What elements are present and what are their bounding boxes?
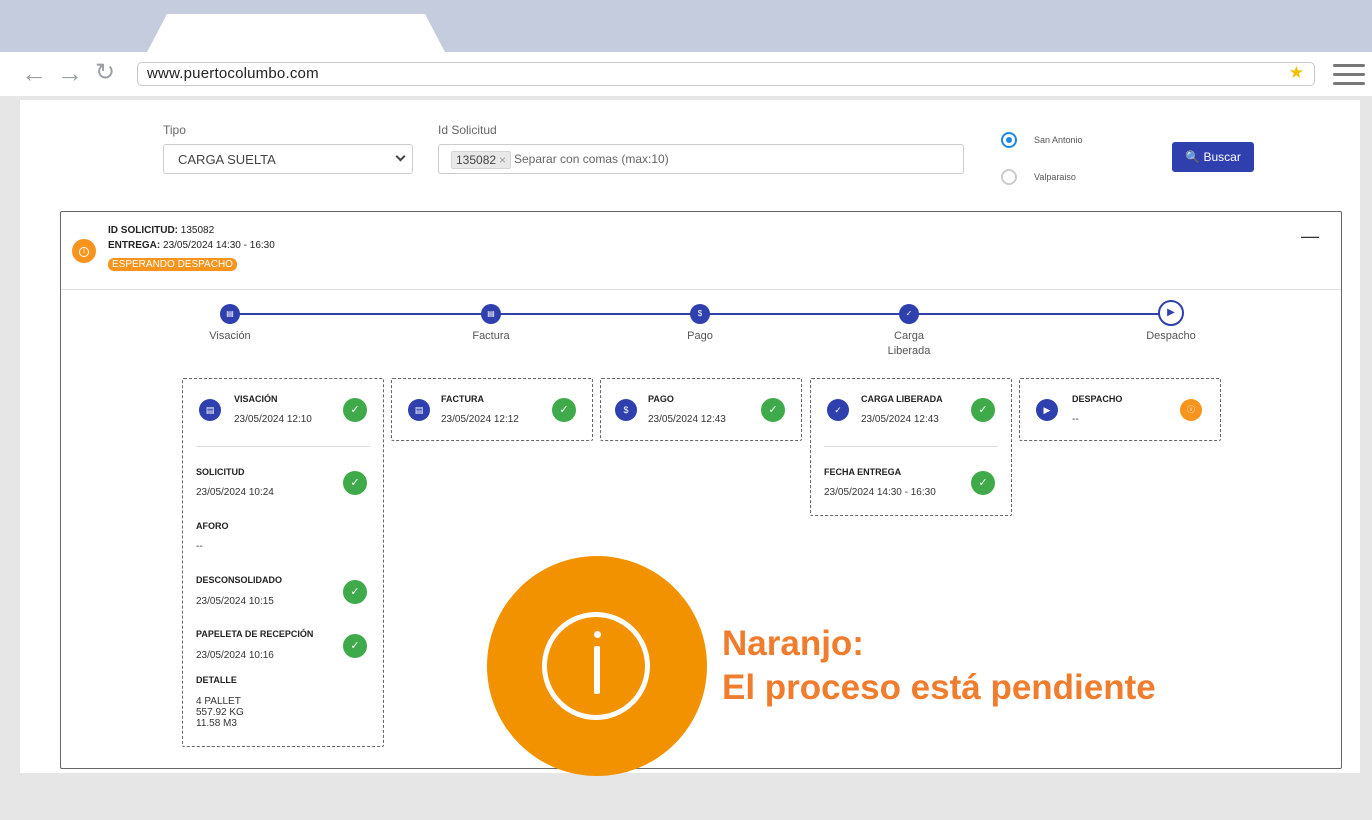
radio-san-antonio[interactable]: [1001, 132, 1017, 148]
browser-toolbar: ← → ↻ www.puertocolumbo.com ★: [0, 52, 1372, 96]
carga-check-icon: ✓: [827, 399, 849, 421]
step-pago-icon: $: [690, 304, 710, 324]
forward-arrow-icon[interactable]: →: [56, 60, 84, 88]
step-factura-icon: ▤: [481, 304, 501, 324]
sub-title: AFORO: [196, 521, 229, 531]
pending-info-icon: ⓘ: [1180, 399, 1202, 421]
step-label-visacion: Visación: [209, 330, 251, 342]
step-visacion-icon: ▤: [220, 304, 240, 324]
id-solicitud-label: Id Solicitud: [438, 123, 497, 137]
card-divider: [196, 446, 370, 447]
step-label-carga: Carga Liberada: [887, 330, 931, 357]
step-label-factura: Factura: [472, 330, 510, 342]
radio-label-valparaiso: Valparaiso: [1034, 172, 1076, 182]
card-visacion: ▤ VISACIÓN 23/05/2024 12:10 ✓ SOLICITUD …: [182, 378, 384, 747]
sub-title: DESCONSOLIDADO: [196, 575, 283, 585]
check-icon: ✓: [971, 398, 995, 422]
request-delivery: ENTREGA: 23/05/2024 14:30 - 16:30: [108, 240, 275, 251]
tipo-select[interactable]: CARGA SUELTA: [163, 144, 413, 174]
detail-line: 11.58 M3: [196, 718, 237, 729]
hamburger-menu-icon[interactable]: [1333, 64, 1365, 86]
pago-dollar-icon: $: [615, 399, 637, 421]
check-icon: ✓: [343, 471, 367, 495]
collapse-button[interactable]: —: [1301, 226, 1319, 247]
sub-title: PAPELETA DE RECEPCIÓN: [196, 629, 314, 639]
legend-text: Naranjo: El proceso está pendiente: [722, 622, 1156, 710]
step-label-despacho: Despacho: [1146, 330, 1196, 342]
pending-status-icon: i: [72, 239, 96, 263]
browser-tab-strip: [0, 0, 1372, 54]
legend-line2: El proceso está pendiente: [722, 668, 1156, 707]
card-date: 23/05/2024 12:43: [648, 414, 726, 425]
check-icon: ✓: [343, 580, 367, 604]
sub-title: FECHA ENTREGA: [824, 467, 902, 477]
legend-line1: Naranjo:: [722, 624, 864, 663]
bookmark-star-icon[interactable]: ★: [1289, 63, 1304, 83]
card-despacho: ▶ DESPACHO -- ⓘ: [1019, 378, 1221, 441]
detail-title: DETALLE: [196, 675, 237, 685]
back-arrow-icon[interactable]: ←: [20, 60, 48, 88]
chip-remove-icon[interactable]: ×: [499, 153, 506, 167]
status-badge: ESPERANDO DESPACHO: [108, 258, 237, 271]
radio-label-san-antonio: San Antonio: [1034, 135, 1083, 145]
sub-date: 23/05/2024 10:24: [196, 487, 274, 498]
card-divider: [824, 446, 998, 447]
card-date: 23/05/2024 12:12: [441, 414, 519, 425]
id-solicitud-input[interactable]: 135082 × Separar con comas (max:10): [438, 144, 964, 174]
address-bar[interactable]: www.puertocolumbo.com ★: [137, 62, 1315, 86]
card-title: DESPACHO: [1072, 394, 1123, 404]
search-button[interactable]: 🔍 Buscar: [1172, 142, 1254, 172]
card-title: CARGA LIBERADA: [861, 394, 943, 404]
check-icon: ✓: [343, 398, 367, 422]
sub-title: SOLICITUD: [196, 467, 245, 477]
sub-date: 23/05/2024 14:30 - 16:30: [824, 487, 936, 498]
radio-valparaiso[interactable]: [1001, 169, 1017, 185]
check-icon: ✓: [761, 398, 785, 422]
factura-doc-icon: ▤: [408, 399, 430, 421]
sub-date: 23/05/2024 10:15: [196, 596, 274, 607]
sub-date: --: [196, 541, 203, 552]
info-stem: [594, 646, 600, 694]
info-dot: [594, 631, 601, 638]
card-date: 23/05/2024 12:10: [234, 414, 312, 425]
reload-icon[interactable]: ↻: [91, 60, 119, 88]
big-info-icon: [487, 556, 707, 776]
visacion-doc-icon: ▤: [199, 399, 221, 421]
request-id: ID SOLICITUD: 135082: [108, 225, 215, 236]
check-icon: ✓: [971, 471, 995, 495]
detail-line: 4 PALLET: [196, 696, 241, 707]
card-title: PAGO: [648, 394, 674, 404]
card-date: --: [1072, 414, 1079, 425]
detail-line: 557.92 KG: [196, 707, 244, 718]
despacho-truck-icon: ▶: [1036, 399, 1058, 421]
sub-date: 23/05/2024 10:16: [196, 650, 274, 661]
chevron-down-icon: [395, 151, 406, 162]
id-chip-label: 135082: [456, 153, 497, 167]
step-label-pago: Pago: [687, 330, 713, 342]
step-despacho-truck-icon: ▶: [1158, 300, 1184, 326]
card-carga-liberada: ✓ CARGA LIBERADA 23/05/2024 12:43 ✓ FECH…: [810, 378, 1012, 516]
step-carga-icon: ✓: [899, 304, 919, 324]
panel-divider: [61, 289, 1341, 290]
card-title: FACTURA: [441, 394, 484, 404]
id-chip: 135082 ×: [451, 151, 512, 169]
tipo-label: Tipo: [163, 123, 186, 137]
tipo-select-value: CARGA SUELTA: [178, 152, 276, 167]
card-title: VISACIÓN: [234, 394, 278, 404]
url-text: www.puertocolumbo.com: [147, 65, 319, 82]
check-icon: ✓: [552, 398, 576, 422]
card-date: 23/05/2024 12:43: [861, 414, 939, 425]
check-icon: ✓: [343, 634, 367, 658]
browser-tab[interactable]: [146, 14, 446, 54]
card-pago: $ PAGO 23/05/2024 12:43 ✓: [600, 378, 802, 441]
card-factura: ▤ FACTURA 23/05/2024 12:12 ✓: [391, 378, 593, 441]
id-input-placeholder: Separar con comas (max:10): [514, 152, 669, 166]
